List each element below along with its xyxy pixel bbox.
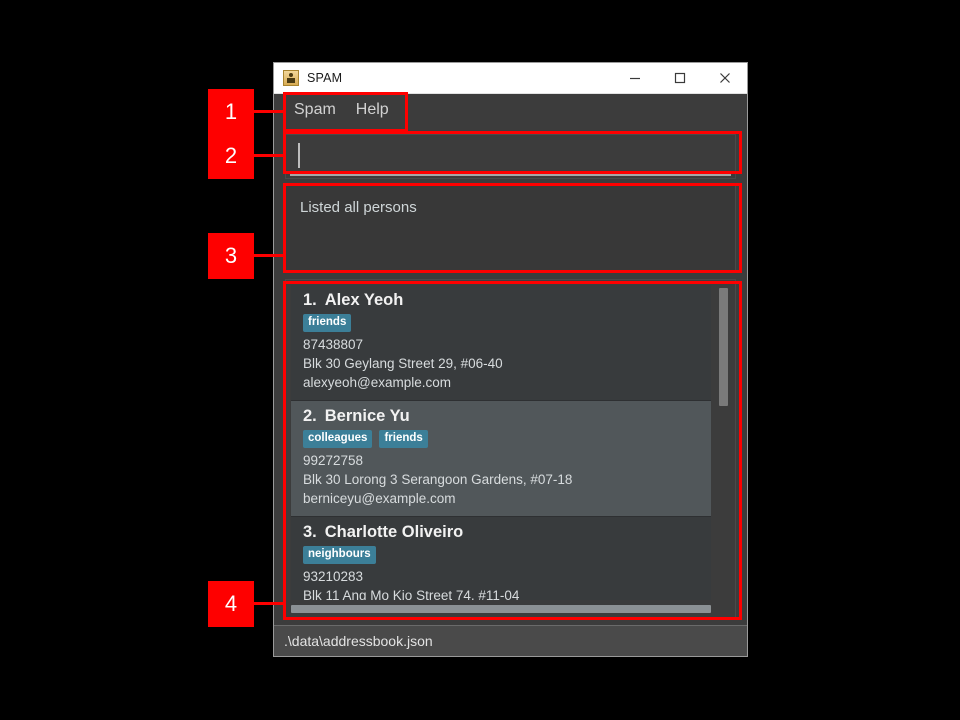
person-email: alexyeoh@example.com: [303, 374, 452, 390]
close-icon[interactable]: [702, 63, 747, 93]
tag-row: colleagues friends: [303, 430, 701, 448]
person-index: 3.: [303, 523, 317, 542]
app-window: SPAM Spam Help Listed all persons 1. Ale…: [273, 62, 748, 657]
person-name-line: 1. Alex Yeoh: [303, 291, 701, 310]
person-card[interactable]: 2. Bernice Yu colleagues friends 99272758…: [291, 401, 711, 518]
person-address: Blk 11 Ang Mo Kio Street 74, #11-04: [303, 588, 520, 600]
person-name-line: 3. Charlotte Oliveiro: [303, 523, 701, 542]
person-name-line: 2. Bernice Yu: [303, 407, 701, 426]
title-bar: SPAM: [274, 63, 747, 94]
vertical-scrollbar-thumb[interactable]: [719, 288, 728, 406]
annotation-badge-4: 4: [208, 581, 254, 627]
person-address: Blk 30 Lorong 3 Serangoon Gardens, #07-1…: [303, 471, 573, 487]
tag-row: neighbours: [303, 546, 701, 564]
annotation-leader-4: [254, 602, 284, 605]
person-list-panel: 1. Alex Yeoh friends 87438807 Blk 30 Geyl…: [285, 279, 736, 618]
tag-chip: neighbours: [303, 546, 376, 564]
minimize-icon[interactable]: [612, 63, 657, 93]
horizontal-scrollbar[interactable]: [291, 603, 711, 614]
screenshot-stage: SPAM Spam Help Listed all persons 1. Ale…: [0, 0, 960, 720]
status-bar-path: .\data\addressbook.json: [284, 633, 433, 649]
horizontal-scrollbar-thumb[interactable]: [291, 605, 711, 613]
result-display: Listed all persons: [285, 185, 736, 271]
annotation-badge-1: 1: [208, 89, 254, 135]
tag-chip: friends: [379, 430, 428, 448]
tag-chip: friends: [303, 314, 352, 332]
menu-item-spam[interactable]: Spam: [284, 98, 346, 123]
window-controls: [612, 63, 747, 93]
person-index: 1.: [303, 291, 317, 309]
annotation-badge-3: 3: [208, 233, 254, 279]
person-phone: 93210283: [303, 568, 364, 584]
person-email: berniceyu@example.com: [303, 491, 456, 507]
person-phone: 99272758: [303, 452, 364, 468]
command-input[interactable]: [285, 134, 736, 179]
address-book-icon: [283, 70, 299, 86]
person-index: 2.: [303, 407, 317, 426]
person-phone: 87438807: [303, 336, 364, 352]
vertical-scrollbar[interactable]: [716, 285, 731, 600]
command-input-underline: [290, 173, 731, 176]
result-display-text: Listed all persons: [300, 199, 417, 216]
person-card[interactable]: 1. Alex Yeoh friends 87438807 Blk 30 Geyl…: [291, 285, 711, 402]
maximize-icon[interactable]: [657, 63, 702, 93]
annotation-leader-1: [254, 110, 284, 113]
annotation-badge-2: 2: [208, 133, 254, 179]
annotation-leader-3: [254, 254, 284, 257]
person-list[interactable]: 1. Alex Yeoh friends 87438807 Blk 30 Geyl…: [291, 285, 711, 600]
tag-row: friends: [303, 314, 701, 332]
person-card[interactable]: 3. Charlotte Oliveiro neighbours 93210283…: [291, 517, 711, 600]
person-address: Blk 30 Geylang Street 29, #06-40: [303, 355, 503, 371]
tag-chip: colleagues: [303, 430, 373, 448]
person-name: Charlotte Oliveiro: [324, 523, 464, 542]
text-caret: [298, 143, 300, 168]
window-title: SPAM: [307, 71, 343, 85]
person-name: Bernice Yu: [324, 407, 410, 426]
annotation-leader-2: [254, 154, 284, 157]
menu-bar: Spam Help: [274, 94, 747, 127]
person-name: Alex Yeoh: [324, 291, 404, 309]
status-bar: .\data\addressbook.json: [274, 625, 747, 656]
menu-item-help[interactable]: Help: [346, 98, 399, 123]
